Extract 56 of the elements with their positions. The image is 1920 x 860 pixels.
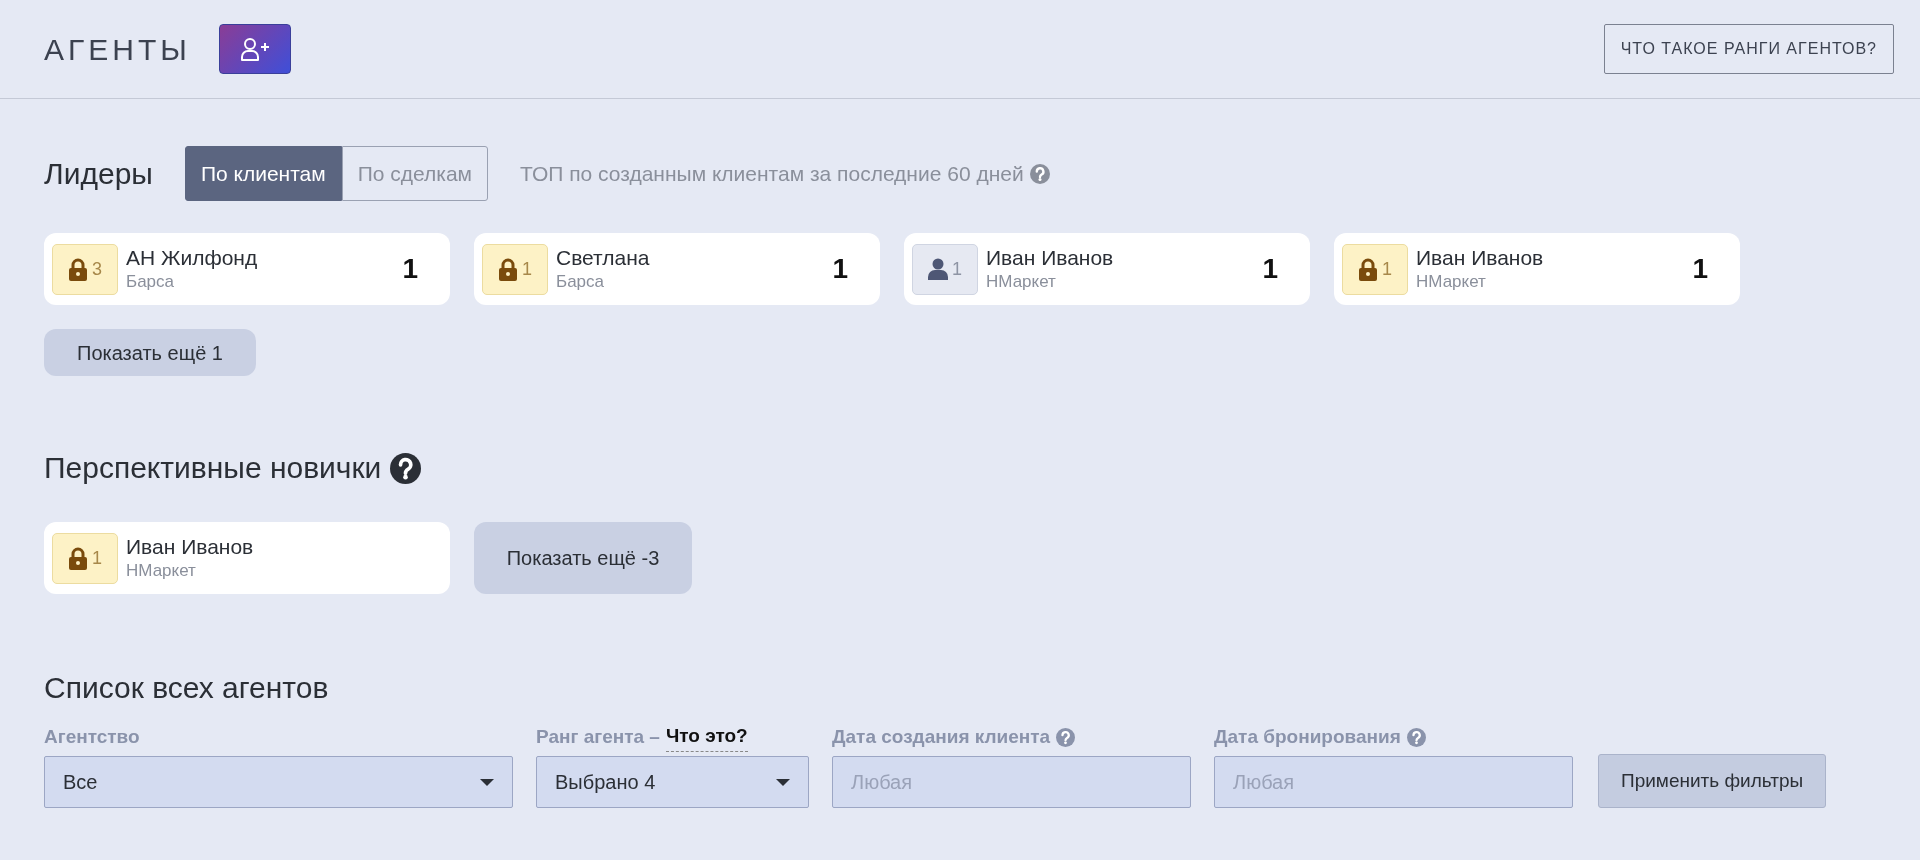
dropdown-caret-icon bbox=[480, 778, 494, 786]
client-count: 1 bbox=[832, 252, 848, 286]
client-count: 1 bbox=[402, 252, 418, 286]
person-icon bbox=[928, 258, 948, 280]
rank-number: 3 bbox=[92, 257, 102, 281]
agency-name: НМаркет bbox=[126, 559, 197, 582]
rank-number: 1 bbox=[952, 257, 962, 281]
section-title: Список всех агентов bbox=[44, 670, 330, 706]
add-agent-button[interactable] bbox=[218, 24, 291, 74]
date-field[interactable]: Любая bbox=[832, 756, 1191, 808]
agent-name: Иван Иванов bbox=[1416, 245, 1544, 271]
lock-icon bbox=[498, 257, 518, 281]
date-field[interactable]: Любая bbox=[1214, 756, 1573, 808]
agent-card[interactable]: 1 Иван Иванов НМаркет 1 bbox=[1334, 233, 1740, 305]
agent-name: Иван Иванов bbox=[126, 534, 254, 560]
help-icon bbox=[1406, 727, 1426, 747]
help-icon bbox=[1056, 727, 1076, 747]
help-icon bbox=[390, 452, 422, 484]
show-more-button[interactable]: Показать ещё -3 bbox=[474, 522, 692, 594]
show-more-button[interactable]: Показать ещё 1 bbox=[44, 329, 256, 376]
info-text: ТОП по созданным клиентам за последние 60 дней bbox=[520, 160, 1024, 187]
filter-label: Дата создания клиента bbox=[832, 724, 1051, 749]
add-user-icon bbox=[238, 35, 271, 63]
filter-label: Агентство bbox=[44, 724, 140, 749]
agent-card[interactable]: 3 АН Жилфонд Барса 1 bbox=[44, 233, 450, 305]
lock-icon bbox=[1358, 257, 1378, 281]
rank-number: 1 bbox=[522, 257, 532, 281]
client-count: 1 bbox=[1262, 252, 1278, 286]
help-icon bbox=[1029, 163, 1050, 184]
agent-card[interactable]: 1 Иван Иванов НМаркет bbox=[44, 522, 450, 594]
select-field[interactable]: Все bbox=[44, 756, 513, 808]
section-title: Лидеры bbox=[44, 155, 153, 192]
agent-name: Иван Иванов bbox=[986, 245, 1114, 271]
agency-name: Барса bbox=[556, 270, 606, 293]
agency-name: НМаркет bbox=[1416, 270, 1487, 293]
lock-icon bbox=[68, 546, 88, 570]
agent-card[interactable]: 1 Иван Иванов НМаркет 1 bbox=[904, 233, 1310, 305]
dropdown-caret-icon bbox=[776, 778, 790, 786]
help-button[interactable]: ЧТО ТАКОЕ РАНГИ АГЕНТОВ? bbox=[1603, 24, 1894, 74]
section-title: Перспективные новички bbox=[44, 450, 382, 486]
filter-label: Ранг агента – bbox=[536, 724, 660, 749]
page-title: АГЕНТЫ bbox=[44, 31, 191, 68]
client-count: 1 bbox=[1692, 252, 1708, 286]
agency-name: НМаркет bbox=[986, 270, 1057, 293]
rank-number: 1 bbox=[92, 546, 102, 570]
agent-card[interactable]: 1 Светлана Барса 1 bbox=[474, 233, 880, 305]
sort-tab[interactable]: По клиентам bbox=[184, 146, 342, 201]
rank-number: 1 bbox=[1382, 257, 1392, 281]
help-link[interactable]: Что это? bbox=[665, 722, 748, 752]
agency-name: Барса bbox=[126, 270, 176, 293]
filter-label: Дата бронирования bbox=[1214, 724, 1401, 749]
agent-name: АН Жилфонд bbox=[126, 245, 258, 271]
agent-name: Светлана bbox=[556, 245, 650, 271]
select-field[interactable]: Выбрано 4 bbox=[536, 756, 809, 808]
lock-icon bbox=[68, 257, 88, 281]
apply-filters-button[interactable]: Применить фильтры bbox=[1598, 754, 1827, 808]
